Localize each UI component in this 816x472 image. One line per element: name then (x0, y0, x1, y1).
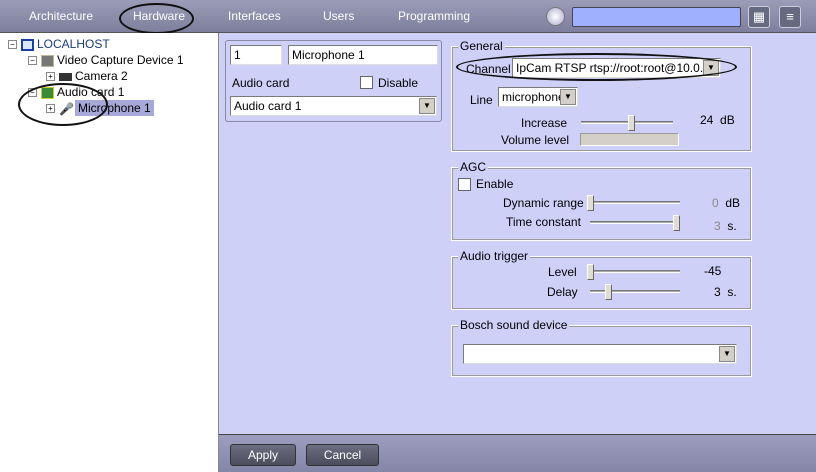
capture-board-icon (41, 54, 54, 67)
dynamic-range-value: 0 dB (712, 196, 741, 210)
tree-node-localhost[interactable]: − LOCALHOST (8, 37, 110, 51)
increase-value: 24 dB (700, 113, 735, 127)
settings-gear-icon[interactable] (546, 7, 565, 26)
tree-node-video-capture[interactable]: − Video Capture Device 1 (28, 53, 184, 67)
slider-thumb[interactable] (627, 115, 635, 131)
line-label: Line (470, 93, 493, 107)
time-constant-label: Time constant (506, 215, 581, 229)
chevron-down-icon[interactable]: ▼ (419, 98, 435, 114)
increase-label: Increase (521, 116, 568, 130)
delay-slider[interactable] (590, 284, 680, 300)
slider-thumb[interactable] (605, 284, 612, 300)
bosch-title: Bosch sound device (458, 318, 570, 332)
highlight-ellipse (18, 83, 108, 126)
apply-button[interactable]: Apply (230, 444, 296, 466)
dynamic-range-label: Dynamic range (503, 196, 584, 210)
time-constant-slider[interactable] (590, 215, 680, 231)
level-label: Level (548, 265, 577, 279)
audio-card-label: Audio card (232, 76, 290, 90)
slider-thumb[interactable] (587, 264, 594, 280)
audio-trigger-title: Audio trigger (458, 249, 531, 263)
object-id-field[interactable]: 1 (230, 45, 282, 65)
highlight-ellipse (119, 3, 194, 34)
agc-group: AGC Enable Dynamic range 0 dB Time const… (451, 160, 752, 241)
footer-bar: Apply Cancel (219, 434, 816, 472)
time-constant-value: 3 s. (714, 219, 737, 233)
object-panel: 1 Microphone 1 Audio card Disable Audio … (225, 40, 442, 122)
tab-programming[interactable]: Programming (398, 9, 470, 23)
level-value: -45 (704, 264, 722, 278)
object-name-field[interactable]: Microphone 1 (288, 45, 438, 65)
level-slider[interactable] (587, 264, 680, 280)
agc-enable-label: Enable (476, 177, 514, 191)
cancel-button[interactable]: Cancel (306, 444, 379, 466)
line-dropdown[interactable]: microphone ▼ (498, 87, 578, 107)
slider-thumb[interactable] (672, 215, 680, 231)
agc-title: AGC (458, 160, 489, 174)
dynamic-range-slider[interactable] (587, 195, 680, 211)
camera-icon (59, 72, 72, 81)
tab-architecture[interactable]: Architecture (29, 9, 93, 23)
general-title: General (458, 39, 505, 53)
menu-icon[interactable]: ≡ (779, 6, 801, 28)
bosch-group: Bosch sound device ▼ (451, 318, 752, 377)
chevron-down-icon[interactable]: ▼ (719, 346, 735, 362)
slider-thumb[interactable] (587, 195, 594, 211)
tab-interfaces[interactable]: Interfaces (228, 9, 281, 23)
top-navigation-bar: Architecture Hardware Interfaces Users P… (0, 0, 816, 34)
tab-users[interactable]: Users (323, 9, 354, 23)
collapse-icon[interactable]: − (8, 40, 17, 50)
audio-card-dropdown[interactable]: Audio card 1 ▼ (230, 96, 437, 116)
collapse-icon[interactable]: − (28, 56, 37, 66)
agc-enable-checkbox[interactable] (458, 178, 471, 191)
highlight-ellipse (456, 53, 737, 81)
delay-value: 3 s. (714, 285, 737, 299)
hardware-tree: − LOCALHOST − Video Capture Device 1 + Came… (0, 33, 219, 472)
bosch-device-dropdown[interactable]: ▼ (463, 344, 737, 364)
computer-icon (21, 38, 34, 51)
delay-label: Delay (547, 285, 578, 299)
general-group: General Channel IpCam RTSP rtsp://root:r… (451, 39, 752, 152)
chevron-down-icon[interactable]: ▼ (560, 89, 576, 105)
disable-label: Disable (378, 76, 419, 90)
layout-grid-icon[interactable]: ▦ (748, 6, 770, 28)
search-input[interactable] (572, 7, 741, 27)
disable-checkbox[interactable] (360, 76, 373, 89)
audio-trigger-group: Audio trigger Level -45 Delay 3 s. (451, 249, 752, 310)
tree-node-camera[interactable]: + Camera 2 (46, 69, 128, 83)
volume-level-meter (580, 133, 679, 146)
expand-icon[interactable]: + (46, 72, 55, 82)
volume-level-label: Volume level (501, 133, 570, 147)
increase-slider[interactable] (581, 115, 673, 131)
